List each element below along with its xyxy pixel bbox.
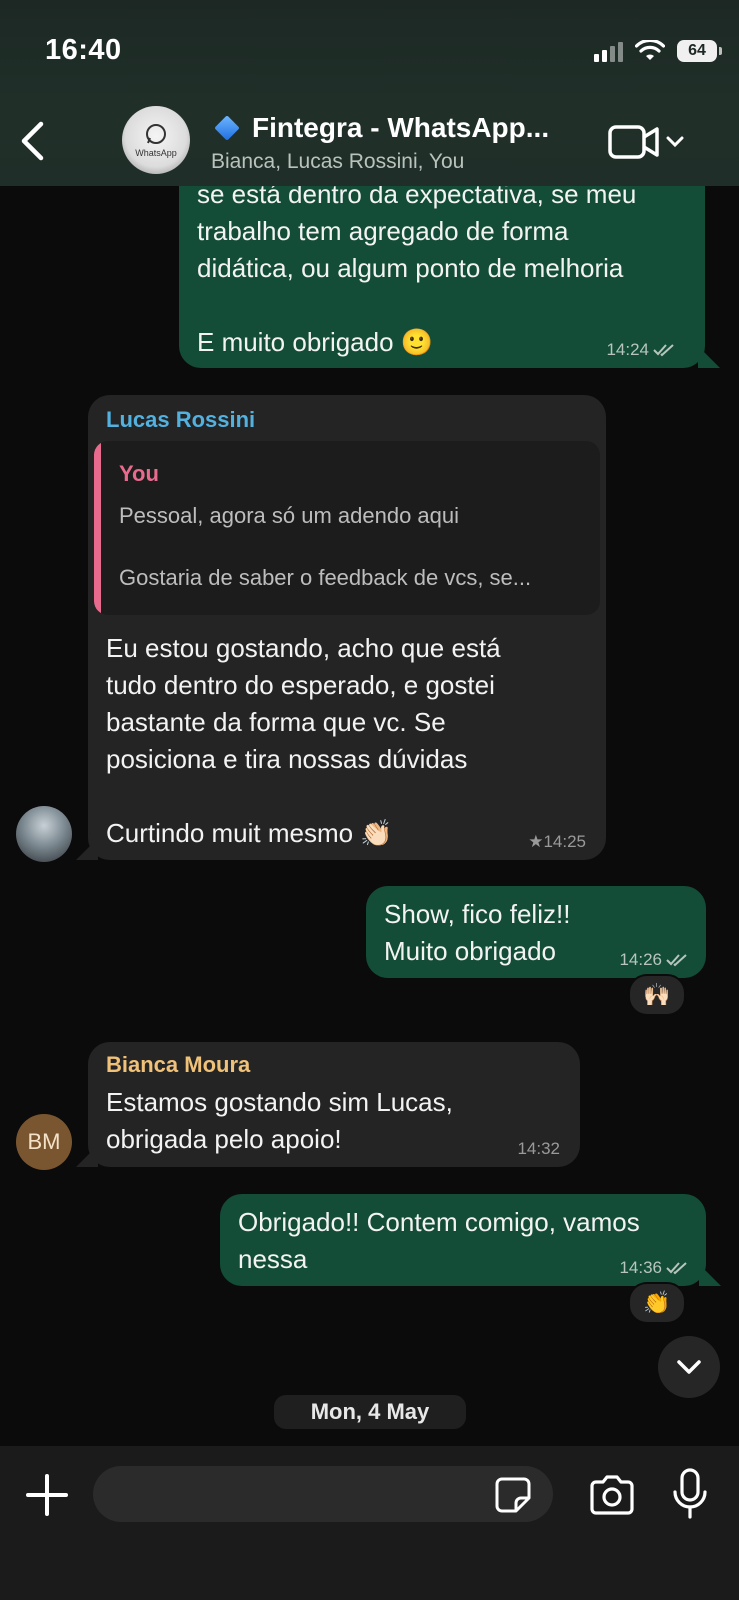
message-time-starred: ★14:25 [528, 832, 586, 851]
camera-button[interactable] [588, 1474, 636, 1516]
message-line: Estamos gostando sim Lucas, [106, 1087, 453, 1117]
message-time: 14:32 [517, 1139, 560, 1158]
verified-diamond-icon [214, 115, 240, 141]
chat-title: Fintegra - WhatsApp... [252, 112, 550, 143]
lucas-avatar[interactable] [16, 806, 72, 862]
sender-name: Lucas Rossini [106, 407, 256, 432]
double-check-icon [653, 344, 674, 357]
message-line: tudo dentro do esperado, e gostei [106, 670, 495, 700]
message-line: Show, fico feliz!! [384, 899, 571, 929]
chevron-down-icon [677, 1360, 701, 1374]
message-meta: ★14:25 [528, 832, 586, 852]
message-time: 14:36 [619, 1258, 662, 1277]
message-text: Eu estou gostando, acho que está tudo de… [106, 630, 501, 852]
message-time: 14:24 [606, 340, 649, 359]
message-line: trabalho tem agregado de forma [197, 216, 569, 246]
wifi-icon [635, 40, 665, 60]
message-line: Eu estou gostando, acho que está [106, 633, 501, 663]
message-line: bastante da forma que vc. Se [106, 707, 446, 737]
message-input[interactable] [93, 1466, 553, 1522]
status-time: 16:40 [45, 34, 122, 66]
message-text: Estamos gostando sim Lucas, obrigada pel… [106, 1084, 562, 1158]
message-bubble-outgoing[interactable]: Show, fico feliz!! Muito obrigado 14:26 [366, 886, 706, 978]
chat-participants: Bianca, Lucas Rossini, You [211, 150, 465, 173]
message-reaction[interactable]: 🙌🏻 [628, 974, 686, 1016]
back-chevron-icon [21, 121, 44, 161]
message-text: se está dentro da expectativa, se meu tr… [197, 176, 685, 361]
group-avatar-label: WhatsApp [135, 148, 177, 158]
status-icons: 64 [594, 40, 722, 62]
quote-sender: You [119, 461, 159, 486]
quote-line: Gostaria de saber o feedback de vcs, se.… [119, 565, 532, 590]
chat-title-row: Fintegra - WhatsApp... [212, 112, 582, 144]
bubble-tail [76, 1145, 98, 1167]
message-meta: 14:24 [606, 340, 675, 360]
message-line: didática, ou algum ponto de melhoria [197, 253, 624, 283]
chevron-down-icon [666, 136, 684, 148]
back-button[interactable] [12, 116, 52, 166]
sticker-icon [495, 1477, 531, 1513]
message-line: obrigada pelo apoio! [106, 1124, 342, 1154]
message-time: 14:26 [619, 950, 662, 969]
message-meta: 14:26 [619, 950, 688, 970]
message-bubble-incoming[interactable]: Lucas Rossini You Pessoal, agora só um a… [88, 395, 606, 860]
message-bubble-outgoing[interactable]: Obrigado!! Contem comigo, vamos nessa 14… [220, 1194, 706, 1286]
message-composer [0, 1446, 739, 1600]
double-check-icon [666, 954, 687, 967]
video-call-button[interactable] [608, 124, 684, 160]
message-line: Obrigado!! Contem comigo, vamos [238, 1207, 640, 1237]
camera-icon [590, 1475, 634, 1515]
bubble-tail [699, 1264, 721, 1286]
quoted-message[interactable]: You Pessoal, agora só um adendo aqui Gos… [94, 441, 600, 615]
quote-accent-bar [94, 441, 101, 615]
video-call-icon [608, 125, 659, 159]
voice-message-button[interactable] [672, 1468, 708, 1520]
microphone-icon [673, 1468, 707, 1519]
avatar-initials: BM [27, 1129, 61, 1154]
sender-name: Bianca Moura [106, 1052, 251, 1077]
message-meta: 14:36 [619, 1258, 688, 1278]
message-meta: 14:32 [517, 1139, 560, 1159]
scroll-to-bottom-button[interactable] [658, 1336, 720, 1398]
cellular-signal-icon [594, 40, 623, 62]
sticker-button[interactable] [494, 1476, 532, 1514]
group-avatar[interactable]: WhatsApp [122, 106, 190, 174]
attach-button[interactable] [24, 1472, 70, 1518]
message-bubble-incoming[interactable]: Bianca Moura Estamos gostando sim Lucas,… [88, 1042, 580, 1167]
message-line: Curtindo muit mesmo 👏🏻 [106, 818, 393, 848]
chat-info[interactable]: Fintegra - WhatsApp... Bianca, Lucas Ros… [211, 112, 582, 174]
message-reaction[interactable]: 👏 [628, 1282, 686, 1324]
chat-header: 16:40 64 WhatsApp Fintegra - WhatsApp...… [0, 0, 739, 186]
bubble-tail [698, 346, 720, 368]
quote-line: Pessoal, agora só um adendo aqui [119, 503, 460, 528]
double-check-icon [666, 1262, 687, 1275]
message-line: posiciona e tira nossas dúvidas [106, 744, 468, 774]
whatsapp-logo-icon [146, 124, 166, 144]
bianca-avatar[interactable]: BM [16, 1114, 72, 1170]
date-separator: Mon, 4 May [274, 1395, 466, 1429]
battery-indicator: 64 [677, 40, 722, 62]
plus-icon [26, 1474, 68, 1516]
